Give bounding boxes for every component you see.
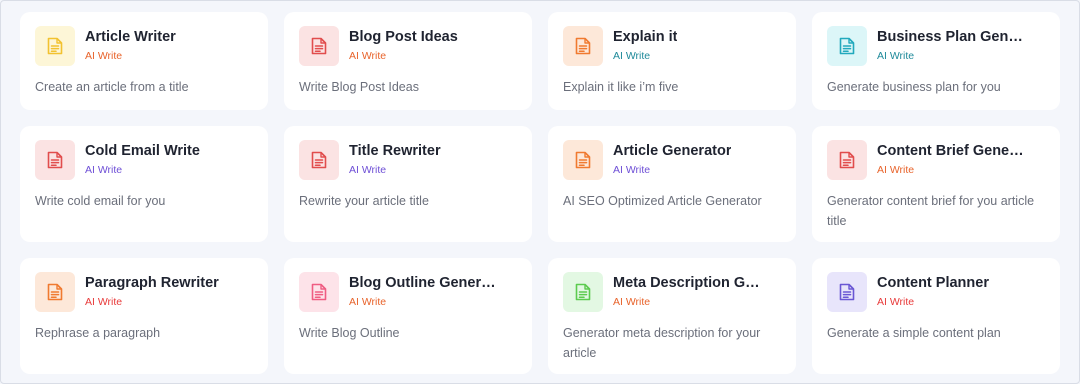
card-titles: Content Planner AI Write xyxy=(877,275,989,308)
card-title: Blog Post Ideas xyxy=(349,29,458,45)
tool-card-paragraph-rewriter[interactable]: Paragraph Rewriter AI Write Rephrase a p… xyxy=(20,258,268,374)
card-header: Business Plan Gene… AI Write xyxy=(827,26,1046,66)
document-icon xyxy=(311,151,327,169)
card-description: Explain it like i’m five xyxy=(563,80,679,94)
icon-tile xyxy=(299,26,339,66)
document-icon xyxy=(47,37,63,55)
tool-card-cold-email-write[interactable]: Cold Email Write AI Write Write cold ema… xyxy=(20,126,268,242)
card-title: Content Planner xyxy=(877,275,989,291)
card-titles: Article Generator AI Write xyxy=(613,143,731,176)
card-titles: Business Plan Gene… AI Write xyxy=(877,29,1025,62)
card-header: Content Brief Gener… AI Write xyxy=(827,140,1046,180)
icon-tile xyxy=(563,140,603,180)
card-titles: Paragraph Rewriter AI Write xyxy=(85,275,219,308)
card-titles: Blog Outline Genera… AI Write xyxy=(349,275,497,308)
card-header: Title Rewriter AI Write xyxy=(299,140,518,180)
card-tag: AI Write xyxy=(877,164,915,176)
card-title: Explain it xyxy=(613,29,678,45)
card-description: Generate business plan for you xyxy=(827,80,1001,94)
document-icon xyxy=(575,151,591,169)
card-tag: AI Write xyxy=(613,164,651,176)
card-description: Write Blog Outline xyxy=(299,326,400,340)
card-title: Content Brief Gener… xyxy=(877,143,1025,159)
card-title: Business Plan Gene… xyxy=(877,29,1025,45)
card-tag: AI Write xyxy=(877,296,915,308)
card-title: Paragraph Rewriter xyxy=(85,275,219,291)
document-icon xyxy=(839,151,855,169)
card-title: Cold Email Write xyxy=(85,143,200,159)
icon-tile xyxy=(563,26,603,66)
document-icon xyxy=(839,283,855,301)
tool-card-meta-description-generator[interactable]: Meta Description G… AI Write Generator m… xyxy=(548,258,796,374)
card-description: Rephrase a paragraph xyxy=(35,326,161,340)
card-header: Article Generator AI Write xyxy=(563,140,782,180)
tool-card-explain-it[interactable]: Explain it AI Write Explain it like i’m … xyxy=(548,12,796,110)
document-icon xyxy=(311,283,327,301)
icon-tile xyxy=(35,140,75,180)
card-tag: AI Write xyxy=(349,296,387,308)
icon-tile xyxy=(563,272,603,312)
card-tag: AI Write xyxy=(85,164,123,176)
card-titles: Explain it AI Write xyxy=(613,29,677,62)
card-tag: AI Write xyxy=(85,50,123,62)
card-description: Generator meta description for your arti… xyxy=(563,326,761,360)
card-header: Blog Post Ideas AI Write xyxy=(299,26,518,66)
card-header: Article Writer AI Write xyxy=(35,26,254,66)
document-icon xyxy=(575,283,591,301)
card-header: Blog Outline Genera… AI Write xyxy=(299,272,518,312)
tool-card-article-generator[interactable]: Article Generator AI Write AI SEO Optimi… xyxy=(548,126,796,242)
tool-card-blog-outline-generator[interactable]: Blog Outline Genera… AI Write Write Blog… xyxy=(284,258,532,374)
document-icon xyxy=(47,151,63,169)
icon-tile xyxy=(827,140,867,180)
card-header: Cold Email Write AI Write xyxy=(35,140,254,180)
card-tag: AI Write xyxy=(613,296,651,308)
tool-card-article-writer[interactable]: Article Writer AI Write Create an articl… xyxy=(20,12,268,110)
card-title: Blog Outline Genera… xyxy=(349,275,497,291)
card-description: Write cold email for you xyxy=(35,194,166,208)
card-titles: Content Brief Gener… AI Write xyxy=(877,143,1025,176)
card-title: Article Generator xyxy=(613,143,732,159)
card-description: Rewrite your article title xyxy=(299,194,429,208)
icon-tile xyxy=(299,272,339,312)
icon-tile xyxy=(827,272,867,312)
card-description: Create an article from a title xyxy=(35,80,189,94)
card-title: Article Writer xyxy=(85,29,176,45)
card-header: Meta Description G… AI Write xyxy=(563,272,782,312)
card-header: Explain it AI Write xyxy=(563,26,782,66)
tool-card-business-plan-generator[interactable]: Business Plan Gene… AI Write Generate bu… xyxy=(812,12,1060,110)
card-titles: Meta Description G… AI Write xyxy=(613,275,760,308)
card-titles: Article Writer AI Write xyxy=(85,29,176,62)
card-tag: AI Write xyxy=(349,164,387,176)
card-tag: AI Write xyxy=(85,296,123,308)
tool-card-content-brief-generator[interactable]: Content Brief Gener… AI Write Generator … xyxy=(812,126,1060,242)
document-icon xyxy=(839,37,855,55)
card-description: AI SEO Optimized Article Generator xyxy=(563,194,762,208)
card-description: Write Blog Post Ideas xyxy=(299,80,419,94)
icon-tile xyxy=(827,26,867,66)
card-description: Generate a simple content plan xyxy=(827,326,1001,340)
card-header: Content Planner AI Write xyxy=(827,272,1046,312)
icon-tile xyxy=(299,140,339,180)
tools-grid: Article Writer AI Write Create an articl… xyxy=(20,12,1060,374)
document-icon xyxy=(47,283,63,301)
tool-card-title-rewriter[interactable]: Title Rewriter AI Write Rewrite your art… xyxy=(284,126,532,242)
card-tag: AI Write xyxy=(349,50,387,62)
card-titles: Cold Email Write AI Write xyxy=(85,143,200,176)
card-titles: Blog Post Ideas AI Write xyxy=(349,29,458,62)
document-icon xyxy=(575,37,591,55)
tool-card-content-planner[interactable]: Content Planner AI Write Generate a simp… xyxy=(812,258,1060,374)
tool-card-blog-post-ideas[interactable]: Blog Post Ideas AI Write Write Blog Post… xyxy=(284,12,532,110)
card-title: Meta Description G… xyxy=(613,275,760,291)
card-tag: AI Write xyxy=(877,50,915,62)
card-tag: AI Write xyxy=(613,50,651,62)
card-header: Paragraph Rewriter AI Write xyxy=(35,272,254,312)
icon-tile xyxy=(35,26,75,66)
card-titles: Title Rewriter AI Write xyxy=(349,143,441,176)
document-icon xyxy=(311,37,327,55)
icon-tile xyxy=(35,272,75,312)
card-description: Generator content brief for you article … xyxy=(827,194,1035,228)
card-title: Title Rewriter xyxy=(349,143,441,159)
